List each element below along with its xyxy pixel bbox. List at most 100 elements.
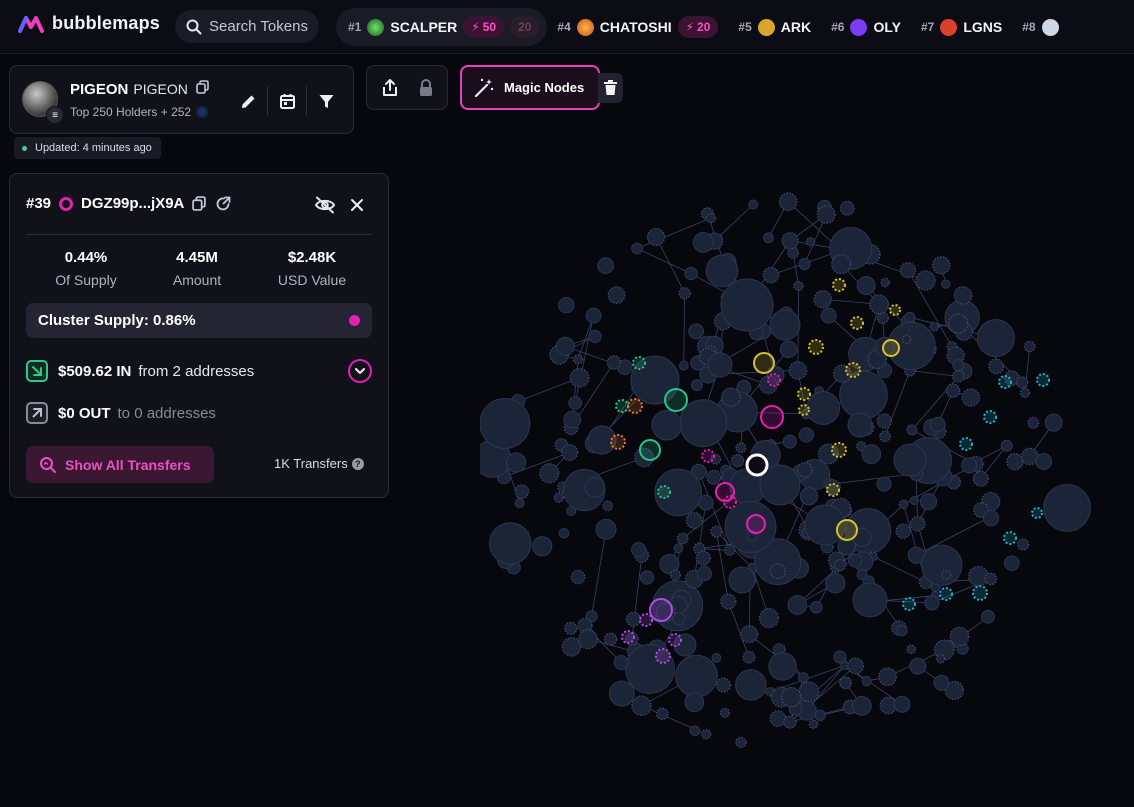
holder-bubble[interactable] <box>748 199 759 210</box>
holder-bubble[interactable] <box>553 492 565 503</box>
holder-bubble[interactable] <box>896 625 908 637</box>
holder-bubble[interactable] <box>555 336 575 356</box>
holder-bubble[interactable] <box>669 569 682 581</box>
holder-bubble[interactable] <box>690 379 703 392</box>
holder-bubble[interactable] <box>1006 452 1024 471</box>
holder-bubble[interactable] <box>684 266 698 281</box>
holder-bubble[interactable] <box>933 674 950 691</box>
holder-bubble[interactable] <box>852 582 888 618</box>
holder-bubble[interactable] <box>779 340 798 359</box>
holder-bubble[interactable] <box>876 476 892 492</box>
holder-bubble[interactable] <box>577 629 599 650</box>
outflow-row[interactable]: $0 OUT to 0 addresses <box>26 402 216 424</box>
holder-bubble[interactable] <box>816 205 836 224</box>
holder-bubble[interactable] <box>707 352 733 378</box>
holder-bubble[interactable] <box>608 680 635 707</box>
holder-bubble[interactable] <box>906 644 917 655</box>
cluster-bubble[interactable] <box>753 352 775 374</box>
cluster-bubble[interactable] <box>627 398 643 414</box>
holder-bubble[interactable] <box>851 696 872 716</box>
holder-bubble[interactable] <box>768 652 797 681</box>
holder-bubble[interactable] <box>820 307 837 324</box>
holder-bubble[interactable] <box>514 498 525 509</box>
holder-bubble[interactable] <box>720 278 774 332</box>
wallet-address[interactable]: DGZ99p...jX9A <box>81 195 184 212</box>
holder-bubble[interactable] <box>808 719 819 729</box>
cluster-supply-row[interactable]: Cluster Supply: 0.86% <box>26 303 372 338</box>
holder-bubble[interactable] <box>706 469 722 485</box>
holder-bubble[interactable] <box>847 412 873 438</box>
holder-bubble[interactable] <box>898 499 909 510</box>
holder-bubble[interactable] <box>856 569 868 580</box>
holder-bubble[interactable] <box>1043 484 1091 532</box>
holder-bubble[interactable] <box>1035 453 1053 470</box>
holder-bubble[interactable] <box>705 212 717 224</box>
holder-bubble[interactable] <box>569 367 590 388</box>
holder-bubble[interactable] <box>561 443 579 462</box>
holder-bubble[interactable] <box>568 396 583 410</box>
holder-bubble[interactable] <box>564 621 578 636</box>
holder-bubble[interactable] <box>646 227 666 247</box>
holder-bubble[interactable] <box>953 286 973 305</box>
cluster-bubble[interactable] <box>639 613 653 627</box>
cluster-bubble[interactable] <box>615 399 629 413</box>
expand-inflow-button[interactable] <box>348 359 372 383</box>
holder-bubble[interactable] <box>532 536 553 557</box>
holder-bubble[interactable] <box>684 692 705 713</box>
holder-bubble[interactable] <box>961 388 981 407</box>
magic-nodes-button[interactable]: Magic Nodes <box>460 65 600 110</box>
holder-bubble[interactable] <box>782 434 797 449</box>
holder-bubble[interactable] <box>861 675 872 687</box>
holder-bubble[interactable] <box>981 609 995 624</box>
holder-bubble[interactable] <box>715 677 732 693</box>
holder-bubble[interactable] <box>945 383 961 398</box>
cluster-bubble[interactable] <box>664 388 688 412</box>
holder-bubble[interactable] <box>876 311 889 325</box>
cluster-bubble[interactable] <box>972 585 988 601</box>
holder-bubble[interactable] <box>762 266 780 284</box>
holder-bubble[interactable] <box>788 361 808 380</box>
cluster-bubble[interactable] <box>826 483 840 497</box>
holder-bubble[interactable] <box>721 387 741 407</box>
holder-bubble[interactable] <box>631 542 647 558</box>
holder-bubble[interactable] <box>949 626 970 647</box>
cluster-bubble[interactable] <box>959 437 973 451</box>
cluster-bubble[interactable] <box>798 404 810 416</box>
holder-bubble[interactable] <box>595 518 617 540</box>
holder-bubble[interactable] <box>558 527 570 539</box>
holder-bubble[interactable] <box>1027 416 1040 429</box>
ticker-item-chatoshi[interactable]: #4 CHATOSHI ⚡ 20 <box>547 8 728 46</box>
cluster-bubble[interactable] <box>701 449 715 463</box>
holder-bubble[interactable] <box>919 493 938 511</box>
holder-bubble[interactable] <box>876 413 893 429</box>
external-link-icon[interactable] <box>216 196 231 211</box>
holder-bubble[interactable] <box>711 652 722 663</box>
cluster-bubble[interactable] <box>882 339 900 357</box>
cluster-bubble[interactable] <box>639 439 661 461</box>
holder-bubble[interactable] <box>675 654 718 698</box>
holder-bubble[interactable] <box>769 309 801 341</box>
cluster-bubble[interactable] <box>832 278 846 292</box>
holder-bubble[interactable] <box>673 543 684 554</box>
holder-bubble[interactable] <box>672 612 686 626</box>
cluster-bubble[interactable] <box>939 587 953 601</box>
holder-bubble[interactable] <box>585 307 602 324</box>
calendar-button[interactable] <box>272 86 302 116</box>
holder-bubble[interactable] <box>572 354 584 365</box>
holder-bubble[interactable] <box>1044 413 1063 432</box>
share-button[interactable] <box>375 73 405 103</box>
holder-bubble[interactable] <box>976 319 1015 358</box>
holder-bubble[interactable] <box>787 595 808 615</box>
search-input[interactable]: Search Tokens <box>175 10 319 43</box>
holder-bubble[interactable] <box>607 286 626 305</box>
hide-wallet-button[interactable] <box>310 190 340 220</box>
cluster-bubble[interactable] <box>723 495 737 509</box>
holder-bubble[interactable] <box>597 257 614 274</box>
holder-bubble[interactable] <box>921 544 963 586</box>
edit-button[interactable] <box>233 86 263 116</box>
holder-bubble[interactable] <box>1023 340 1036 353</box>
holder-bubble[interactable] <box>904 311 916 324</box>
holder-bubble[interactable] <box>584 477 605 498</box>
holder-bubble[interactable] <box>639 570 655 585</box>
cluster-bubble[interactable] <box>902 597 916 611</box>
